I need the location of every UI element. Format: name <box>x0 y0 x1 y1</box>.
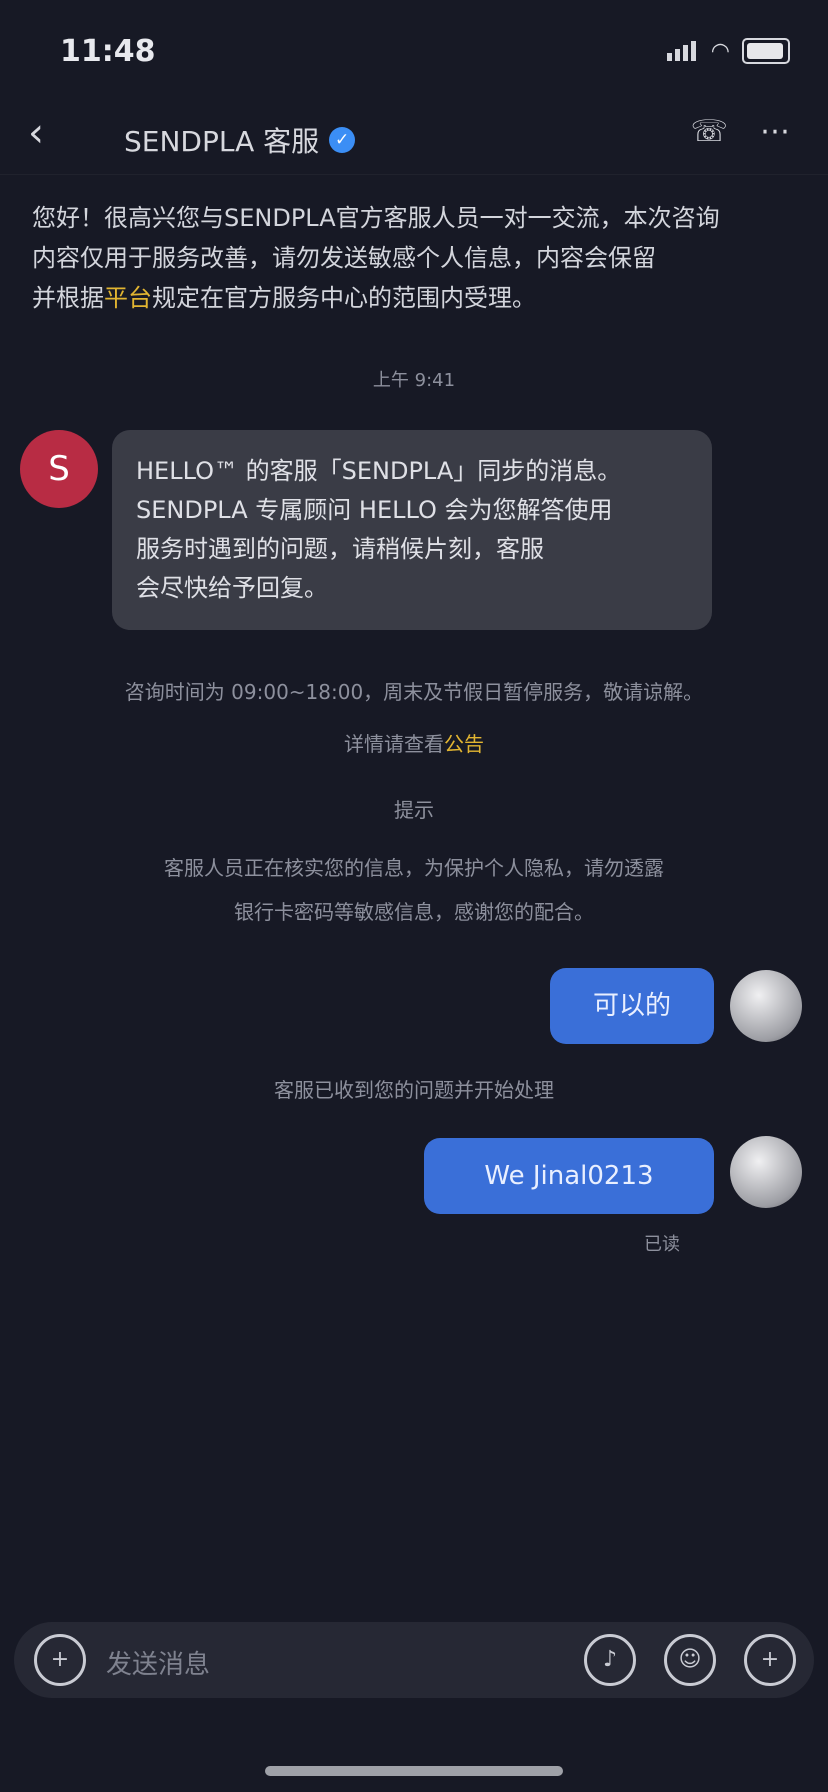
intro-line-2: 内容仅用于服务改善，请勿发送敏感个人信息，内容会保留 <box>32 244 656 272</box>
phone-icon[interactable]: ☏ <box>690 114 728 149</box>
intro-line-3: 并根据平台规定在官方服务中心的范围内受理。 <box>32 284 536 312</box>
bot-message-bubble: HELLO™ 的客服「SENDPLA」同步的消息。 SENDPLA 专属顾问 H… <box>112 430 712 630</box>
privacy-notice-line: 银行卡密码等敏感信息，感谢您的配合。 <box>234 900 594 924</box>
privacy-notice-line: 客服人员正在核实您的信息，为保护个人隐私，请勿透露 <box>164 856 664 880</box>
home-indicator <box>265 1766 563 1776</box>
back-arrow-icon[interactable]: ‹ <box>28 110 44 156</box>
intro-notice: 您好！很高兴您与SENDPLA官方客服人员一对一交流，本次咨询 内容仅用于服务改… <box>32 198 784 318</box>
emoji-icon[interactable]: ☺ <box>664 1634 716 1686</box>
bot-message-line: 会尽快给予回复。 <box>136 574 328 602</box>
bot-message-line: 服务时遇到的问题，请稍候片刻，客服 <box>136 535 544 563</box>
verified-badge-icon: ✓ <box>329 127 356 153</box>
system-note: 客服已收到您的问题并开始处理 <box>274 1078 554 1102</box>
bot-message-line: SENDPLA 专属顾问 HELLO 会为您解答使用 <box>136 496 613 524</box>
add-attachment-icon[interactable]: + <box>34 1634 86 1686</box>
chat-header: ‹ SENDPLA 客服 ✓ ☏ ⋯ <box>0 100 828 175</box>
status-time: 11:48 <box>60 34 156 69</box>
more-features-icon[interactable]: + <box>744 1634 796 1686</box>
status-icons: ◠ <box>666 38 790 64</box>
date-separator: 上午 9:41 <box>372 370 456 391</box>
signal-icon <box>666 41 699 61</box>
voice-icon[interactable]: ♪ <box>584 1634 636 1686</box>
wifi-icon: ◠ <box>710 38 730 64</box>
user-message-bubble: 可以的 <box>550 968 714 1044</box>
chat-title: SENDPLA 客服 ✓ <box>124 120 356 160</box>
battery-icon <box>742 38 790 64</box>
announcement-notice: 详情请查看公告 <box>344 732 484 756</box>
chat-title-text: SENDPLA 客服 <box>124 125 320 158</box>
header-actions: ☏ ⋯ <box>690 114 790 149</box>
bot-message-line: HELLO™ 的客服「SENDPLA」同步的消息。 <box>136 457 622 485</box>
read-receipt: 已读 <box>644 1234 680 1255</box>
announcement-link[interactable]: 公告 <box>444 732 484 756</box>
bot-avatar[interactable]: S <box>20 430 98 508</box>
message-input-bar: + 发送消息 ♪ ☺ + <box>14 1622 814 1698</box>
user-avatar[interactable] <box>730 1136 802 1208</box>
user-message-bubble: We Jinal0213 <box>424 1138 714 1214</box>
status-bar: 11:48 ◠ <box>0 0 828 100</box>
user-avatar[interactable] <box>730 970 802 1042</box>
message-input[interactable]: 发送消息 <box>106 1644 210 1681</box>
tip-label: 提示 <box>394 798 434 822</box>
service-hours-notice: 咨询时间为 09:00~18:00，周末及节假日暂停服务，敬请谅解。 <box>124 680 704 704</box>
more-options-icon[interactable]: ⋯ <box>760 114 790 149</box>
intro-line-1: 您好！很高兴您与SENDPLA官方客服人员一对一交流，本次咨询 <box>32 204 720 232</box>
intro-highlight-link[interactable]: 平台 <box>104 284 152 312</box>
